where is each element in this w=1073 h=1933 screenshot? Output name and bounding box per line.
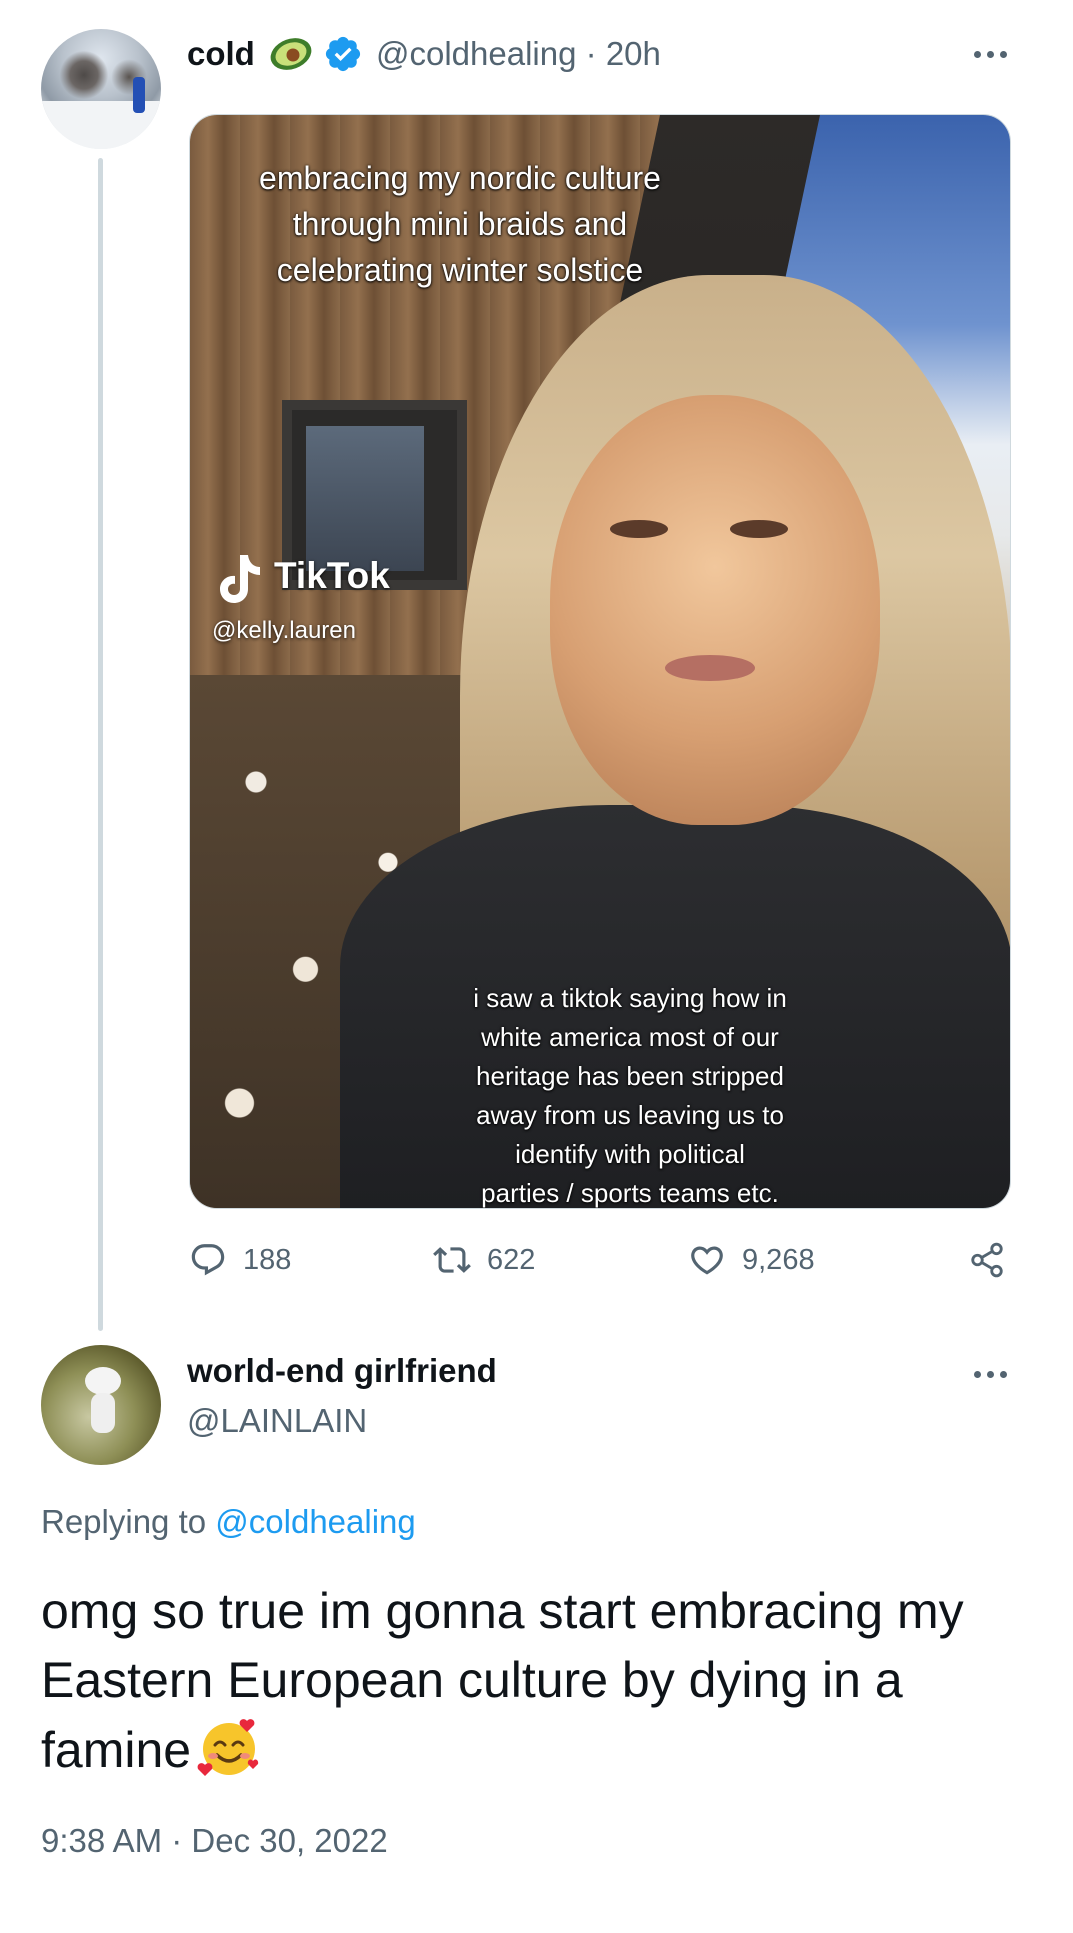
more-options-icon[interactable]	[971, 1368, 1011, 1380]
handle[interactable]: @coldhealing	[376, 35, 576, 72]
like-button[interactable]: 9,268	[688, 1240, 815, 1280]
avatar-person	[133, 77, 145, 113]
avocado-icon	[270, 38, 312, 70]
retweet-icon	[433, 1247, 471, 1273]
replying-to-link[interactable]: @coldhealing	[215, 1503, 415, 1540]
tweet-text-body: omg so true im gonna start embracing my …	[41, 1583, 964, 1778]
avatar-tree	[59, 51, 109, 99]
tweet-text: omg so true im gonna start embracing my …	[41, 1577, 1041, 1785]
display-name[interactable]: world-end girlfriend	[187, 1352, 497, 1390]
avatar-cat-body	[91, 1393, 115, 1433]
media-face	[550, 395, 880, 825]
media-caption-top: embracing my nordic culture through mini…	[259, 160, 661, 288]
more-options-icon[interactable]	[971, 48, 1011, 60]
reply-count: 188	[243, 1243, 292, 1276]
thread-line	[98, 158, 103, 1331]
handle-and-time[interactable]: @coldhealing · 20h	[376, 35, 661, 73]
verified-badge-icon	[325, 36, 361, 72]
avatar-coldhealing[interactable]	[41, 29, 161, 149]
display-name[interactable]: cold	[187, 35, 255, 73]
separator: ·	[585, 35, 597, 72]
media-eye	[610, 520, 668, 538]
handle[interactable]: @LAINLAIN	[187, 1402, 367, 1440]
tiktok-watermark-name: TikTok	[274, 555, 390, 596]
share-button[interactable]	[968, 1240, 1022, 1280]
media-eye	[730, 520, 788, 538]
media-caption-bottom: i saw a tiktok saying how in white ameri…	[473, 983, 787, 1208]
replying-to: Replying to @coldhealing	[41, 1503, 416, 1541]
time-ago[interactable]: 20h	[606, 35, 661, 72]
retweet-count: 622	[487, 1243, 536, 1276]
share-icon	[971, 1242, 1003, 1278]
tweet-timestamp[interactable]: 9:38 AM · Dec 30, 2022	[41, 1822, 388, 1860]
tiktok-logo-icon	[220, 555, 260, 603]
media-lips	[665, 655, 755, 681]
heart-icon	[691, 1246, 723, 1275]
avatar-cat-head	[85, 1367, 121, 1395]
tiktok-watermark-user: @kelly.lauren	[212, 617, 356, 644]
replying-prefix: Replying to	[41, 1503, 207, 1540]
reply-button[interactable]: 188	[189, 1240, 291, 1280]
tweet-media-image[interactable]: embracing my nordic culture through mini…	[189, 114, 1011, 1209]
avatar-lainlain[interactable]	[41, 1345, 161, 1465]
reply-icon	[191, 1244, 225, 1276]
retweet-button[interactable]: 622	[433, 1240, 535, 1280]
like-count: 9,268	[742, 1243, 815, 1276]
smiling-face-with-hearts-icon	[197, 1719, 259, 1776]
